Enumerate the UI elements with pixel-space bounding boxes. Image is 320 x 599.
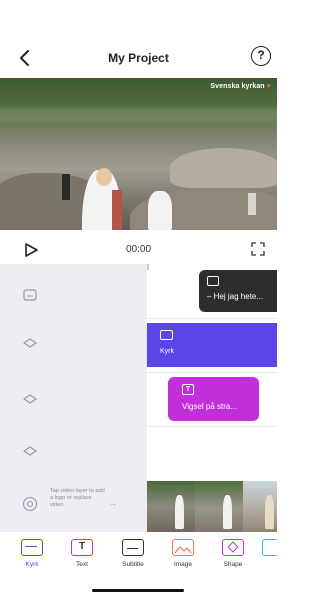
logo-clip[interactable]: Kyrk (147, 323, 277, 367)
text-icon: T (71, 539, 93, 556)
subtitle-clip[interactable]: – Hej jag hete... (199, 270, 277, 312)
bottom-toolbar: Kyrk T Text Subtitle Image Shape (0, 535, 277, 580)
layer-panel: Tap video layer to add a logo or replace… (0, 264, 147, 532)
tool-image[interactable]: Image (160, 539, 206, 579)
playhead-marker (147, 264, 149, 270)
text-clip[interactable]: T Vigsel på stra... (168, 377, 259, 421)
tool-label: Kyrk (25, 561, 39, 568)
tool-label: Shape (223, 561, 243, 568)
heart-icon: ♥ (266, 83, 271, 90)
timeline-editor: Tap video layer to add a logo or replace… (0, 264, 277, 532)
track-divider (147, 372, 277, 373)
top-bar: My Project ? (0, 40, 277, 76)
video-thumbnail (147, 481, 195, 532)
video-person-head (96, 168, 112, 186)
video-person (148, 191, 172, 230)
timeline-tracks[interactable]: – Hej jag hete... Kyrk T Vigsel på stra.… (147, 264, 277, 532)
tool-text[interactable]: T Text (59, 539, 105, 579)
tool-label: Subtitle (122, 561, 144, 568)
track-divider (147, 318, 277, 319)
video-stole (112, 190, 122, 230)
home-indicator (92, 589, 184, 592)
video-person (248, 193, 256, 215)
video-rock (170, 148, 277, 188)
image-icon (172, 539, 194, 556)
tool-subtitle[interactable]: Subtitle (110, 539, 156, 579)
fullscreen-icon[interactable] (251, 242, 265, 256)
playback-time: 00:00 (125, 244, 152, 255)
tool-kyrk[interactable]: Kyrk (9, 539, 55, 579)
clip-label: Kyrk (160, 348, 174, 355)
logo-layer-icon (160, 330, 173, 340)
tool-label: Image (173, 561, 193, 568)
watermark: Svenska kyrkan ♥ (210, 83, 271, 90)
thumbnail-person (223, 495, 232, 529)
replace-video-icon[interactable] (22, 496, 38, 512)
subtitle-icon (122, 539, 144, 556)
subtitle-layer-icon[interactable] (23, 288, 37, 302)
help-button[interactable]: ? (251, 46, 271, 66)
text-icon: T (182, 384, 194, 395)
video-layer-hint: Tap video layer to add a logo or replace… (50, 488, 105, 508)
text-glyph: T (78, 541, 86, 552)
video-preview[interactable] (0, 78, 277, 230)
logo-layer-icon (21, 539, 43, 556)
diamond-layer-icon[interactable] (23, 336, 37, 350)
tool-label: Text (76, 561, 88, 568)
shape-icon (222, 539, 244, 556)
diamond-layer-icon[interactable] (23, 444, 37, 458)
arrow-right-icon: → (108, 498, 118, 509)
track-divider (147, 426, 277, 427)
page-title: My Project (108, 51, 169, 65)
thumbnail-person (265, 495, 274, 529)
tool-more[interactable] (262, 539, 277, 579)
subtitle-icon (207, 276, 219, 286)
more-tool-icon (262, 539, 277, 556)
video-track[interactable] (147, 481, 277, 532)
clip-label: – Hej jag hete... (207, 292, 264, 301)
player-controls: 00:00 (0, 236, 277, 264)
thumbnail-person (175, 495, 184, 529)
watermark-text: Svenska kyrkan (210, 83, 265, 90)
video-thumbnail (195, 481, 243, 532)
diamond-layer-icon[interactable] (23, 392, 37, 406)
video-person (62, 174, 70, 200)
clip-label: Vigsel på stra... (182, 402, 237, 411)
tool-shape[interactable]: Shape (210, 539, 256, 579)
